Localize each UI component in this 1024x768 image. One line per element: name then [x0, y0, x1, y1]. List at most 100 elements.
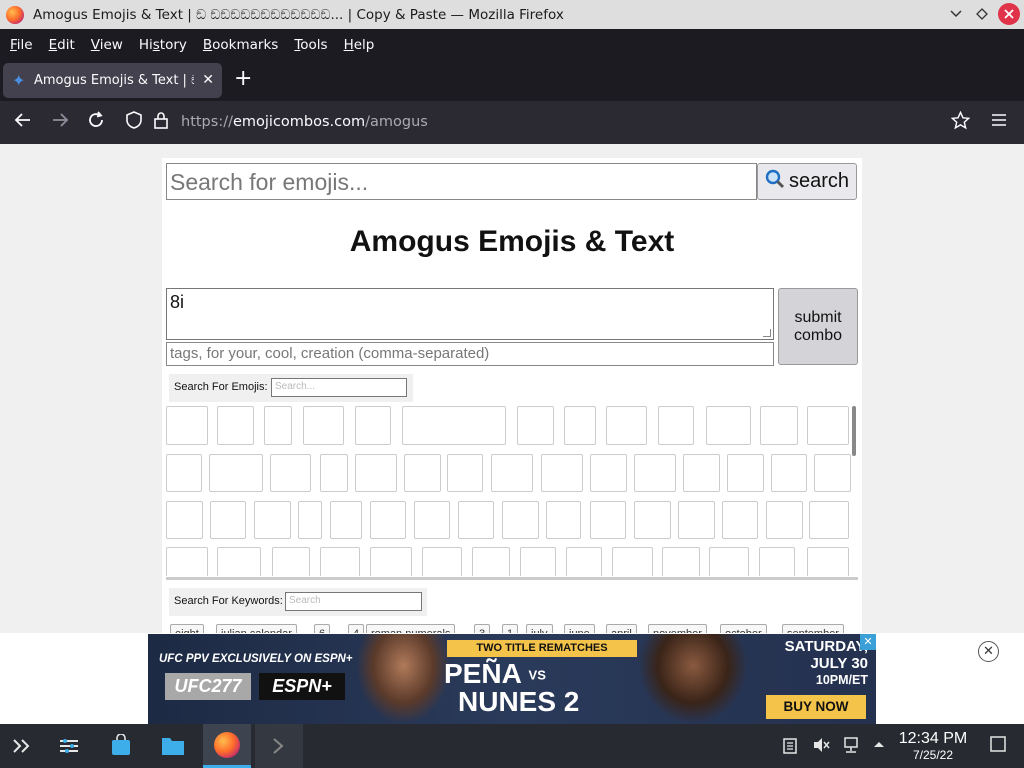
emoji-tile[interactable]: [414, 501, 450, 539]
emoji-tile[interactable]: [422, 547, 462, 576]
ufc-ad-banner[interactable]: UFC PPV EXCLUSIVELY ON ESPN+ UFC277 ESPN…: [148, 634, 876, 724]
bookmark-star-icon[interactable]: [950, 110, 971, 136]
tray-expand-icon[interactable]: [872, 736, 886, 758]
emoji-tile[interactable]: [759, 547, 795, 576]
emoji-tile[interactable]: [355, 454, 397, 492]
emoji-tile[interactable]: [634, 501, 671, 539]
forward-button[interactable]: [51, 111, 69, 135]
emoji-tile[interactable]: [166, 454, 202, 492]
emoji-tile[interactable]: [520, 547, 556, 576]
emoji-tile[interactable]: [458, 501, 494, 539]
maximize-button[interactable]: [972, 3, 992, 25]
combo-textarea[interactable]: 8i: [166, 288, 774, 340]
emoji-grid-scrollbar[interactable]: [852, 406, 856, 456]
emoji-tile[interactable]: [612, 547, 653, 576]
volume-muted-icon[interactable]: [812, 736, 830, 758]
emoji-tile[interactable]: [678, 501, 715, 539]
menu-tools[interactable]: Tools: [286, 37, 335, 53]
emoji-tile[interactable]: [320, 547, 360, 576]
clock[interactable]: 12:34 PM 7/25/22: [893, 730, 973, 762]
emoji-tile[interactable]: [771, 454, 807, 492]
submit-combo-button[interactable]: submit combo: [778, 288, 858, 365]
menu-edit[interactable]: Edit: [41, 37, 83, 53]
emoji-tile[interactable]: [270, 454, 311, 492]
close-window-button[interactable]: [998, 3, 1020, 25]
menu-file[interactable]: File: [2, 37, 41, 53]
reload-button[interactable]: [87, 111, 105, 135]
emoji-tile[interactable]: [634, 454, 676, 492]
app-launcher-icon[interactable]: [0, 724, 42, 768]
system-settings-icon[interactable]: [48, 724, 90, 768]
tags-input[interactable]: tags, for your, cool, creation (comma-se…: [166, 342, 774, 366]
menu-bookmarks[interactable]: Bookmarks: [195, 37, 286, 53]
emoji-tile[interactable]: [662, 547, 700, 576]
emoji-tile[interactable]: [370, 547, 412, 576]
emoji-tile[interactable]: [402, 406, 506, 445]
emoji-tile[interactable]: [166, 547, 208, 576]
buy-now-button[interactable]: BUY NOW: [766, 695, 866, 719]
emoji-tile[interactable]: [355, 406, 391, 445]
emoji-tile[interactable]: [683, 454, 720, 492]
resize-grip-icon[interactable]: [763, 329, 771, 337]
emoji-tile[interactable]: [606, 406, 647, 445]
emoji-tile[interactable]: [590, 454, 627, 492]
url-text[interactable]: https://emojicombos.com/amogus: [181, 114, 428, 130]
emoji-tile[interactable]: [541, 454, 583, 492]
emoji-tile[interactable]: [303, 406, 344, 445]
emoji-tile[interactable]: [472, 547, 510, 576]
emoji-tile[interactable]: [709, 547, 749, 576]
emoji-tile[interactable]: [491, 454, 533, 492]
emoji-tile[interactable]: [330, 501, 362, 539]
emoji-tile[interactable]: [502, 501, 539, 539]
app-menu-button[interactable]: [990, 111, 1008, 135]
emoji-tile[interactable]: [404, 454, 441, 492]
search-button[interactable]: search: [757, 163, 857, 200]
keyword-filter-input[interactable]: Search: [285, 592, 422, 611]
emoji-search-input[interactable]: Search for emojis...: [166, 163, 757, 200]
tab-amogus[interactable]: ✦ Amogus Emojis & Text | ඞ ✕: [3, 63, 222, 98]
emoji-tile[interactable]: [727, 454, 764, 492]
emoji-tile[interactable]: [166, 501, 203, 539]
emoji-tile[interactable]: [320, 454, 348, 492]
emoji-filter-input[interactable]: Search...: [271, 378, 407, 397]
emoji-tile[interactable]: [566, 547, 602, 576]
menu-view[interactable]: View: [83, 37, 131, 53]
terminal-taskbar-icon[interactable]: [255, 724, 303, 768]
network-icon[interactable]: [842, 736, 860, 758]
emoji-tile[interactable]: [298, 501, 322, 539]
close-ad-icon[interactable]: ✕: [978, 641, 999, 662]
minimize-button[interactable]: [946, 3, 966, 25]
emoji-tile[interactable]: [209, 454, 263, 492]
emoji-tile[interactable]: [766, 501, 803, 539]
emoji-tile[interactable]: [217, 547, 261, 576]
emoji-tile[interactable]: [760, 406, 798, 445]
emoji-tile[interactable]: [722, 501, 758, 539]
emoji-tile[interactable]: [264, 406, 292, 445]
emoji-tile[interactable]: [814, 454, 851, 492]
lock-icon[interactable]: [153, 111, 169, 135]
emoji-tile[interactable]: [272, 547, 310, 576]
emoji-tile[interactable]: [166, 406, 208, 445]
menu-help[interactable]: Help: [336, 37, 383, 53]
new-tab-button[interactable]: +: [234, 68, 252, 90]
show-desktop-icon[interactable]: [990, 736, 1006, 756]
firefox-taskbar-icon[interactable]: [203, 724, 251, 768]
emoji-tile[interactable]: [447, 454, 483, 492]
emoji-tile[interactable]: [658, 406, 694, 445]
emoji-tile[interactable]: [210, 501, 246, 539]
emoji-tile[interactable]: [254, 501, 291, 539]
adchoices-icon[interactable]: ✕: [860, 634, 876, 650]
emoji-tile[interactable]: [706, 406, 751, 445]
discover-store-icon[interactable]: [100, 724, 142, 768]
menu-history[interactable]: History: [131, 37, 195, 53]
back-button[interactable]: [14, 111, 32, 135]
tracking-shield-icon[interactable]: [126, 111, 142, 135]
clipboard-icon[interactable]: [782, 736, 798, 758]
tab-close-icon[interactable]: ✕: [202, 72, 214, 88]
emoji-tile[interactable]: [807, 547, 849, 576]
emoji-tile[interactable]: [517, 406, 554, 445]
emoji-tile[interactable]: [590, 501, 626, 539]
emoji-tile[interactable]: [809, 501, 849, 539]
emoji-tile[interactable]: [370, 501, 406, 539]
file-manager-icon[interactable]: [152, 724, 194, 768]
